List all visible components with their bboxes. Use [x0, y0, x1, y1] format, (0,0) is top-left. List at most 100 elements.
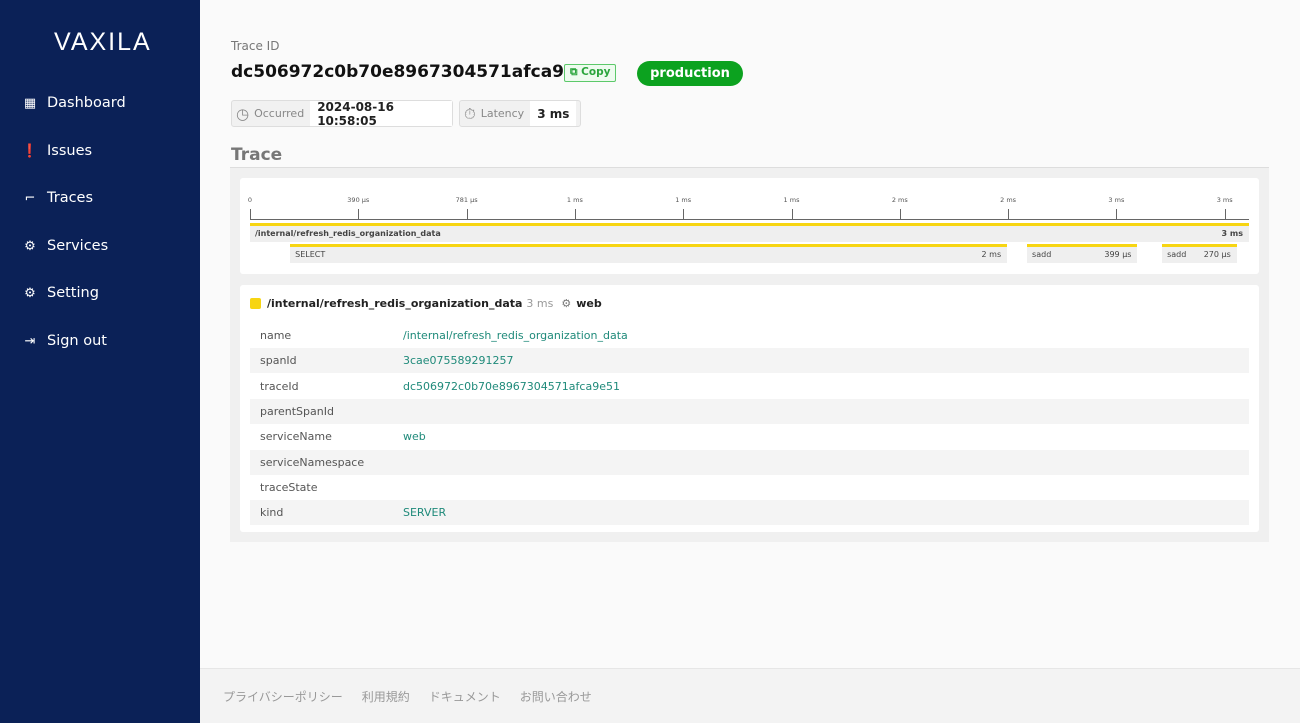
sidebar-item-dashboard[interactable]: ▦ Dashboard	[22, 95, 126, 111]
occurred-value: 2024-08-16 10:58:05	[310, 100, 452, 128]
copy-button[interactable]: ⧉ Copy	[564, 64, 617, 82]
footer-link-contact[interactable]: お問い合わせ	[520, 688, 592, 705]
span-bar-duration: 270 µs	[1203, 250, 1231, 259]
axis-tick	[899, 209, 901, 219]
span-bar-name: SELECT	[295, 250, 326, 259]
sidebar-item-label: Sign out	[47, 333, 107, 349]
footer-link-privacy[interactable]: プライバシーポリシー	[223, 688, 343, 705]
span-details: /internal/refresh_redis_organization_dat…	[240, 285, 1259, 532]
span-name: /internal/refresh_redis_organization_dat…	[267, 297, 523, 310]
sidebar-item-label: Setting	[47, 285, 99, 301]
attribute-key: spanId	[260, 354, 297, 368]
trace-panel: 0 390 µs 781 µs 1 ms 1 ms 1 ms 2 ms 2 ms 3 ms 3 m…	[230, 167, 1269, 542]
sidebar-item-services[interactable]: ⚙ Services	[22, 238, 108, 254]
span-bar[interactable]: SELECT 2 ms	[290, 244, 1008, 263]
attribute-row: traceId dc506972c0b70e8967304571afca9e51	[250, 374, 1249, 399]
attribute-value: dc506972c0b70e8967304571afca9e51	[403, 379, 620, 393]
span-bar-duration: 2 ms	[981, 250, 1002, 259]
trace-section-title: Trace	[231, 145, 283, 165]
axis-tick-label: 1 ms	[783, 196, 800, 204]
axis-tick-label: 3 ms	[1108, 196, 1125, 204]
axis-tick	[358, 209, 360, 219]
sign-out-icon: ⇥	[24, 333, 36, 349]
axis-tick-label: 1 ms	[566, 196, 583, 204]
span-details-header: /internal/refresh_redis_organization_dat…	[250, 297, 602, 310]
axis-tick	[1008, 209, 1010, 219]
span-bar[interactable]: sadd 270 µs	[1162, 244, 1237, 263]
sidebar-item-sign-out[interactable]: ⇥ Sign out	[22, 333, 107, 349]
axis-tick	[574, 209, 576, 219]
stopwatch-icon: ⏱	[464, 104, 476, 123]
sidebar-item-traces[interactable]: ⌐ Traces	[22, 190, 93, 206]
trace-id-label: Trace ID	[231, 39, 280, 53]
attribute-key: parentSpanId	[260, 404, 334, 418]
span-bar-duration: 399 µs	[1104, 250, 1132, 259]
trace-timeline: 0 390 µs 781 µs 1 ms 1 ms 1 ms 2 ms 2 ms 3 ms 3 m…	[240, 178, 1259, 274]
axis-tick	[1116, 209, 1118, 219]
occurred-label: Occurred	[254, 107, 305, 120]
sidebar-item-label: Services	[47, 238, 109, 254]
axis-tick-label: 390 µs	[347, 196, 370, 204]
attribute-key: serviceName	[260, 430, 332, 444]
footer-link-terms[interactable]: 利用規約	[362, 688, 410, 705]
attribute-value: 3cae075589291257	[403, 354, 514, 368]
occurred-chip: ◷ Occurred 2024-08-16 10:58:05	[231, 100, 453, 128]
attribute-row: traceState	[250, 475, 1249, 500]
attribute-row: kind SERVER	[250, 500, 1249, 526]
trace-id: dc506972c0b70e8967304571afca9e51	[231, 62, 600, 82]
span-bar-name: sadd	[1167, 250, 1187, 259]
axis-tick-label: 0	[247, 196, 253, 204]
span-bar[interactable]: /internal/refresh_redis_organization_dat…	[250, 223, 1249, 242]
latency-chip: ⏱ Latency 3 ms	[459, 100, 581, 127]
attribute-key: name	[260, 329, 292, 342]
attribute-key: kind	[260, 506, 284, 520]
copy-icon: ⧉	[570, 66, 582, 78]
axis-tick	[791, 209, 793, 219]
attribute-row: spanId 3cae075589291257	[250, 348, 1249, 374]
dashboard-icon: ▦	[23, 95, 37, 111]
axis-tick-label: 2 ms	[1000, 196, 1017, 204]
axis-tick-label: 3 ms	[1216, 196, 1233, 204]
axis-tick-label: 781 µs	[455, 196, 478, 204]
timeline-axis: 0 390 µs 781 µs 1 ms 1 ms 1 ms 2 ms 2 ms 3 ms 3 m…	[247, 178, 1249, 220]
attribute-key: serviceNamespace	[260, 455, 365, 469]
span-bar-name: sadd	[1032, 250, 1052, 259]
environment-badge: production	[637, 61, 743, 86]
logo[interactable]: VAXILA	[54, 28, 152, 57]
axis-tick	[683, 209, 685, 219]
span-service: web	[576, 297, 602, 310]
attribute-row: serviceName web	[250, 424, 1249, 449]
axis-tick-label: 2 ms	[891, 196, 908, 204]
attribute-key: traceId	[260, 379, 299, 393]
sidebar-item-setting[interactable]: ⚙ Setting	[22, 285, 99, 301]
axis-tick-label: 1 ms	[675, 196, 692, 204]
attribute-value: /internal/refresh_redis_organization_dat…	[403, 329, 628, 342]
clock-icon: ◷	[236, 104, 250, 123]
traces-icon: ⌐	[24, 190, 36, 206]
axis-tick	[466, 209, 468, 219]
gears-icon: ⚙	[24, 238, 36, 254]
span-color-swatch	[250, 298, 261, 309]
span-duration: 3 ms	[526, 297, 554, 310]
axis-tick	[1224, 209, 1226, 219]
axis-tick	[250, 209, 251, 219]
latency-label: Latency	[480, 107, 525, 120]
span-bar-duration: 3 ms	[1221, 229, 1243, 238]
latency-value: 3 ms	[530, 101, 577, 126]
main-content: Trace ID dc506972c0b70e8967304571afca9e5…	[200, 0, 1300, 668]
copy-label: Copy	[581, 66, 611, 78]
alert-circle-icon: ❗	[21, 143, 39, 159]
attribute-row: serviceNamespace	[250, 449, 1249, 475]
sidebar-item-issues[interactable]: ❗ Issues	[22, 143, 92, 159]
settings-icon: ⚙	[24, 285, 36, 301]
footer: プライバシーポリシー 利用規約 ドキュメント お問い合わせ	[200, 668, 1300, 723]
attribute-row: parentSpanId	[250, 398, 1249, 424]
sidebar: VAXILA ▦ Dashboard ❗ Issues ⌐ Traces ⚙ Servi…	[0, 0, 200, 723]
attribute-key: traceState	[260, 480, 318, 494]
footer-link-docs[interactable]: ドキュメント	[429, 688, 501, 705]
sidebar-item-label: Traces	[47, 190, 94, 206]
span-bar[interactable]: sadd 399 µs	[1027, 244, 1138, 263]
sidebar-item-label: Issues	[47, 143, 93, 159]
attribute-value: web	[403, 430, 426, 444]
attribute-value: SERVER	[403, 506, 447, 520]
